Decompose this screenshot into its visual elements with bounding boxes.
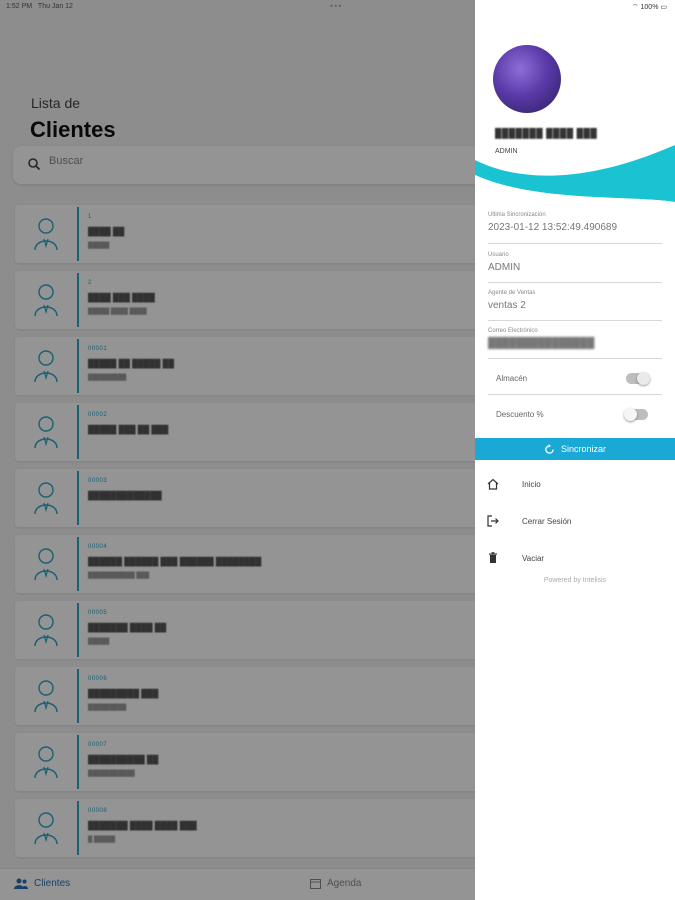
descuento-toggle[interactable]	[624, 408, 648, 421]
profile-name: ███████ ████ ███	[495, 128, 598, 138]
sync-icon	[545, 443, 554, 454]
status-date-text: Thu Jan 12	[37, 3, 73, 10]
descuento-row: Descuento %	[488, 401, 662, 431]
battery-icon: ▭	[660, 4, 667, 11]
side-drawer: ███████ ████ ███ ADMIN Ultima Sincroniza…	[475, 0, 675, 900]
status-bar: 1:52 PM Thu Jan 12 ••• ⌔ 100% ▭	[0, 0, 675, 14]
correo-field: Correo Electrónico ███████████████	[488, 328, 662, 359]
last-sync-field: Ultima Sincronización 2023-01-12 13:52:4…	[488, 212, 662, 244]
home-icon	[487, 478, 499, 490]
menu-item-vaciar-label: Vaciar	[522, 553, 545, 563]
descuento-toggle-knob	[624, 408, 637, 421]
status-right: ⌔ 100% ▭	[632, 3, 667, 12]
sync-button[interactable]: Sincronizar	[475, 438, 675, 460]
avatar[interactable]	[493, 45, 561, 113]
drawer-header: ███████ ████ ███ ADMIN	[475, 0, 675, 205]
almacen-toggle-knob	[637, 372, 650, 385]
usuario-label: Usuario	[488, 252, 509, 258]
battery-text: 100%	[640, 4, 659, 11]
menu-item-vaciar[interactable]: Vaciar	[475, 547, 675, 569]
correo-value: ███████████████	[488, 338, 595, 349]
descuento-label: Descuento %	[496, 410, 544, 419]
usuario-value: ADMIN	[488, 262, 521, 273]
correo-label: Correo Electrónico	[488, 328, 538, 334]
almacen-toggle[interactable]	[626, 372, 650, 385]
menu-item-inicio[interactable]: Inicio	[475, 473, 675, 495]
usuario-field: Usuario ADMIN	[488, 252, 662, 283]
agente-label: Agente de Ventas	[488, 290, 536, 296]
menu-item-inicio-label: Inicio	[522, 479, 541, 489]
menu-item-cerrar-sesion[interactable]: Cerrar Sesión	[475, 510, 675, 532]
profile-role: ADMIN	[495, 148, 518, 155]
wifi-icon: ⌔	[631, 4, 639, 11]
last-sync-value: 2023-01-12 13:52:49.490689	[488, 222, 618, 233]
status-time: 1:52 PM Thu Jan 12	[6, 3, 73, 10]
menu-item-cerrar-label: Cerrar Sesión	[522, 516, 572, 526]
almacen-row: Almacén	[488, 365, 662, 395]
sync-button-label: Sincronizar	[560, 444, 607, 454]
logout-icon	[487, 515, 499, 527]
powered-by: Powered by Intelisis	[543, 577, 607, 584]
trash-icon	[489, 552, 497, 563]
agente-value: ventas 2	[488, 300, 526, 311]
last-sync-label: Ultima Sincronización	[488, 212, 546, 218]
multitask-dots[interactable]: •••	[330, 1, 342, 11]
almacen-label: Almacén	[496, 374, 528, 383]
status-time-text: 1:52 PM	[6, 3, 33, 10]
agente-field: Agente de Ventas ventas 2	[488, 290, 662, 321]
